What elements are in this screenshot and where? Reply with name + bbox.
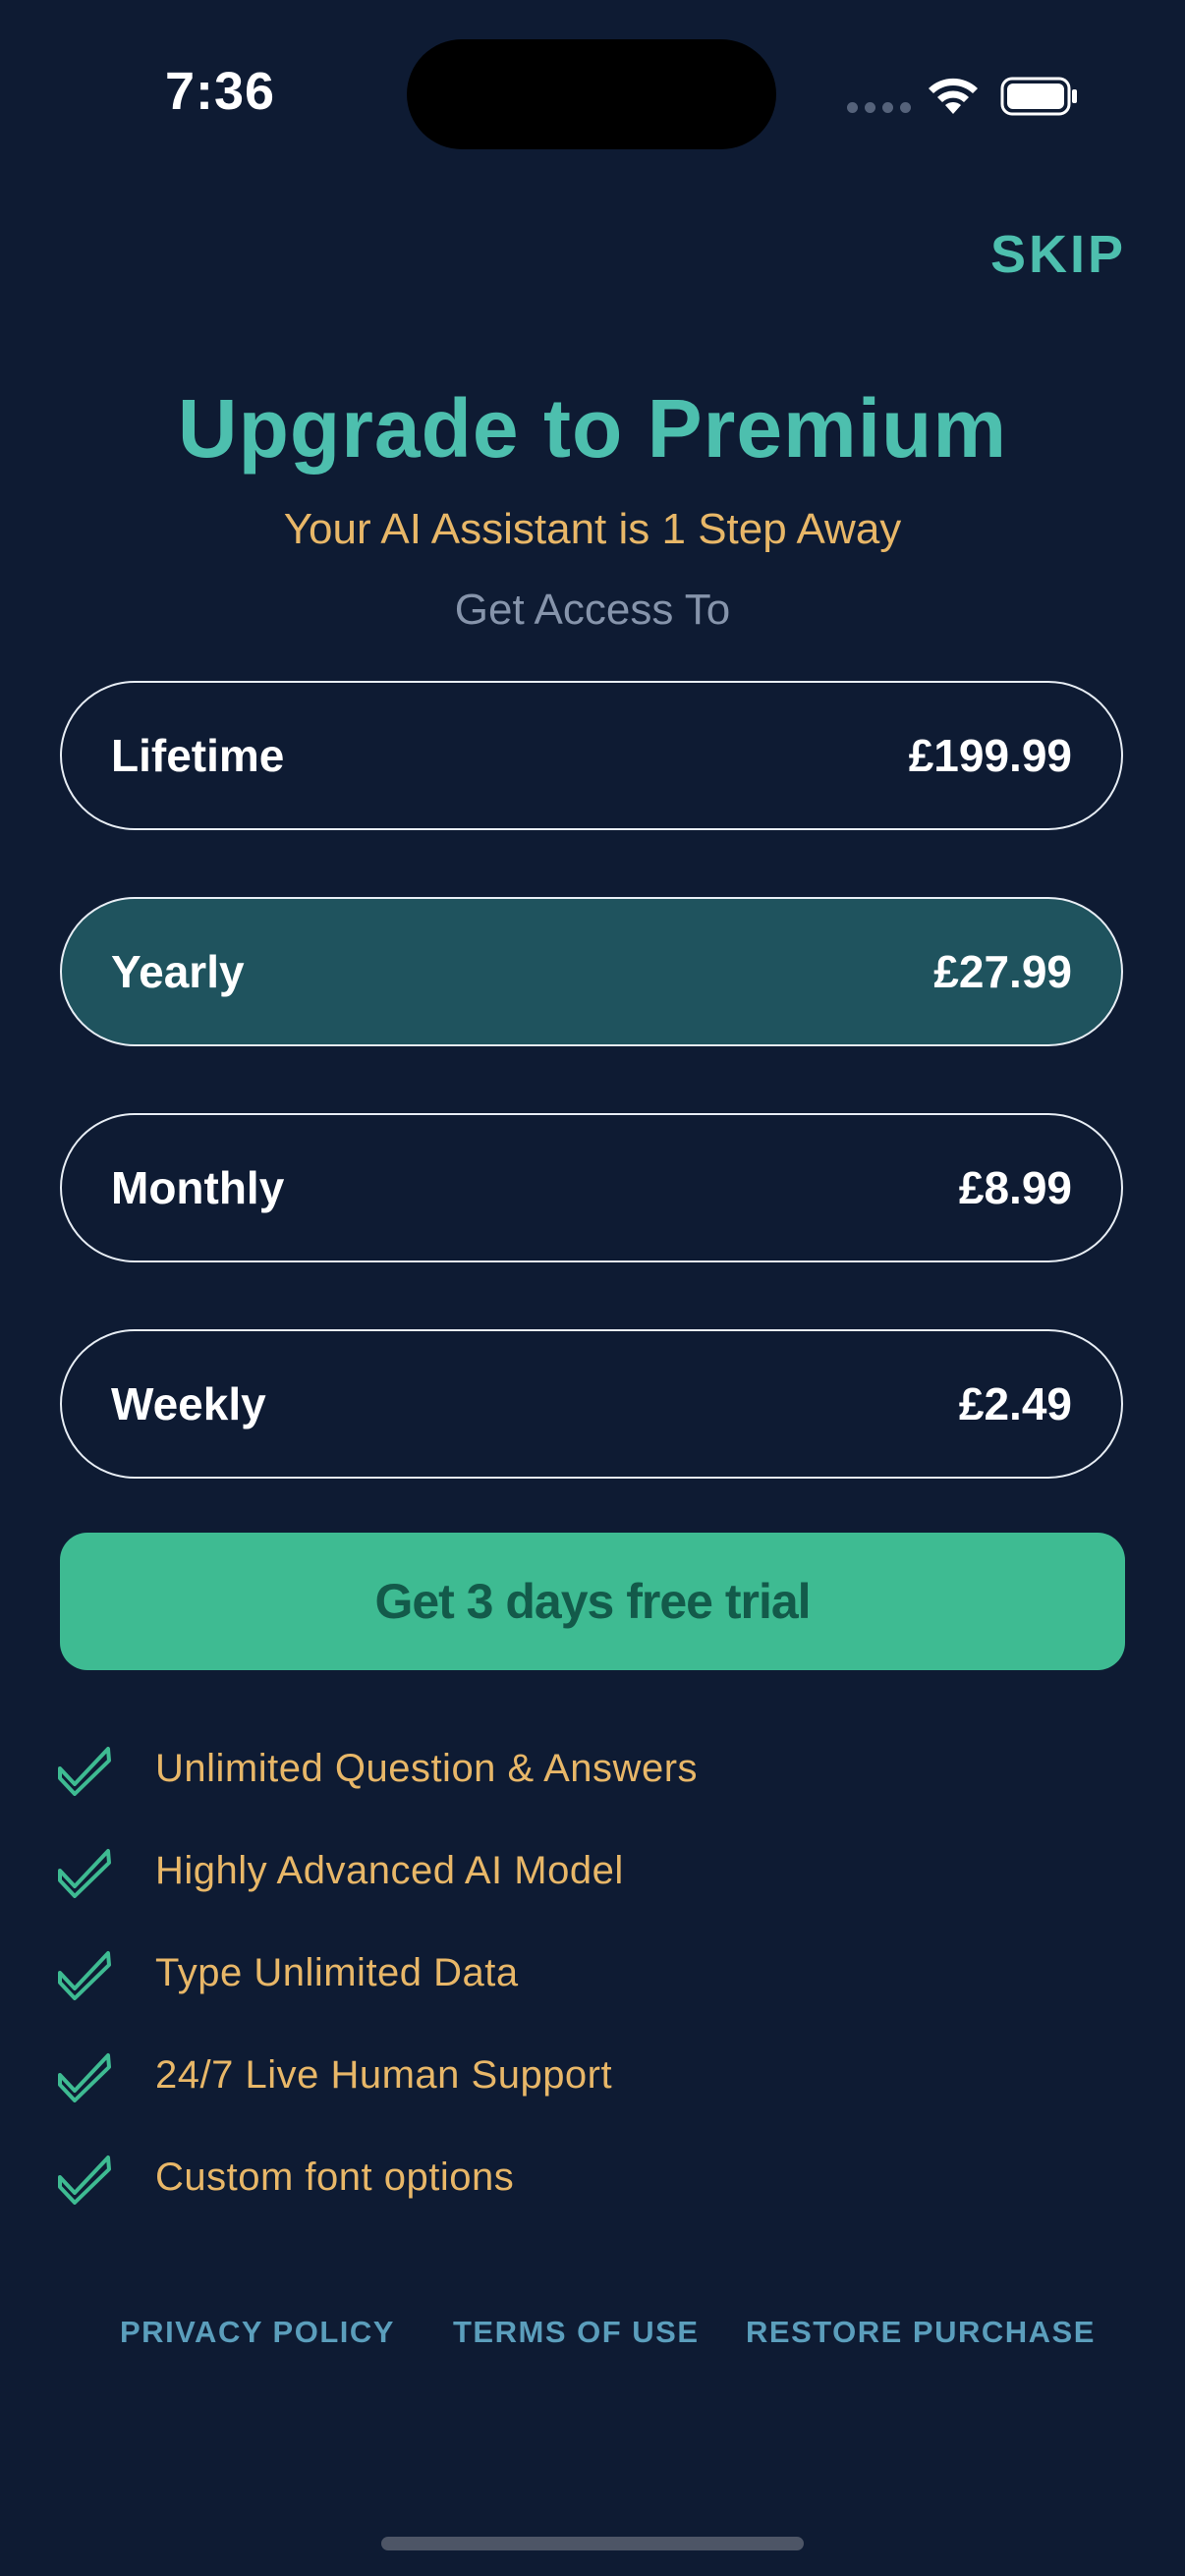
checkmark-icon [58, 2053, 111, 2102]
plan-option-lifetime[interactable]: Lifetime £199.99 [60, 681, 1123, 830]
plan-name: Lifetime [111, 730, 285, 781]
checkmark-icon [58, 2156, 111, 2205]
home-indicator[interactable] [381, 2537, 804, 2550]
checkmark-icon [58, 1849, 111, 1898]
feature-list: Unlimited Question & Answers Highly Adva… [57, 1717, 1040, 2228]
page-subtitle: Your AI Assistant is 1 Step Away [283, 505, 902, 553]
wifi-icon [929, 78, 978, 114]
battery-icon [1000, 77, 1077, 116]
footer-links: PRIVACY POLICY TERMS OF USE RESTORE PURC… [0, 2315, 1185, 2354]
feature-item: Highly Advanced AI Model [57, 1820, 1040, 1922]
restore-purchase-link[interactable]: RESTORE PURCHASE [746, 2315, 1096, 2350]
checkmark-icon [58, 1951, 111, 2000]
feature-item: Unlimited Question & Answers [57, 1717, 1040, 1820]
feature-label: Custom font options [155, 2155, 515, 2199]
cellular-signal-icon [847, 102, 911, 113]
privacy-policy-link[interactable]: PRIVACY POLICY [120, 2315, 395, 2350]
feature-item: 24/7 Live Human Support [57, 2024, 1040, 2126]
plan-price: £199.99 [908, 730, 1072, 781]
page-title: Upgrade to Premium [177, 382, 1008, 475]
paywall-screen: 7:36 SKIP Upgrade to Premium Your AI Ass… [0, 0, 1185, 2576]
feature-label: Highly Advanced AI Model [155, 1848, 624, 1892]
plan-name: Yearly [111, 946, 245, 997]
skip-button[interactable]: SKIP [990, 224, 1126, 285]
feature-item: Custom font options [57, 2126, 1040, 2228]
checkmark-icon [58, 1747, 111, 1796]
access-label: Get Access To [454, 586, 731, 634]
terms-of-use-link[interactable]: TERMS OF USE [453, 2315, 700, 2350]
status-time: 7:36 [165, 62, 276, 121]
dynamic-island [407, 39, 776, 149]
plan-option-weekly[interactable]: Weekly £2.49 [60, 1329, 1123, 1479]
feature-item: Type Unlimited Data [57, 1922, 1040, 2024]
free-trial-button[interactable]: Get 3 days free trial [60, 1533, 1125, 1670]
plan-option-yearly[interactable]: Yearly £27.99 [60, 897, 1123, 1046]
feature-label: 24/7 Live Human Support [155, 2052, 613, 2097]
plan-price: £2.49 [958, 1378, 1072, 1429]
plan-option-monthly[interactable]: Monthly £8.99 [60, 1113, 1123, 1262]
feature-label: Type Unlimited Data [155, 1950, 519, 1994]
plan-name: Monthly [111, 1162, 285, 1213]
plan-price: £8.99 [958, 1162, 1072, 1213]
plan-price: £27.99 [933, 946, 1072, 997]
plan-name: Weekly [111, 1378, 266, 1429]
feature-label: Unlimited Question & Answers [155, 1746, 699, 1790]
